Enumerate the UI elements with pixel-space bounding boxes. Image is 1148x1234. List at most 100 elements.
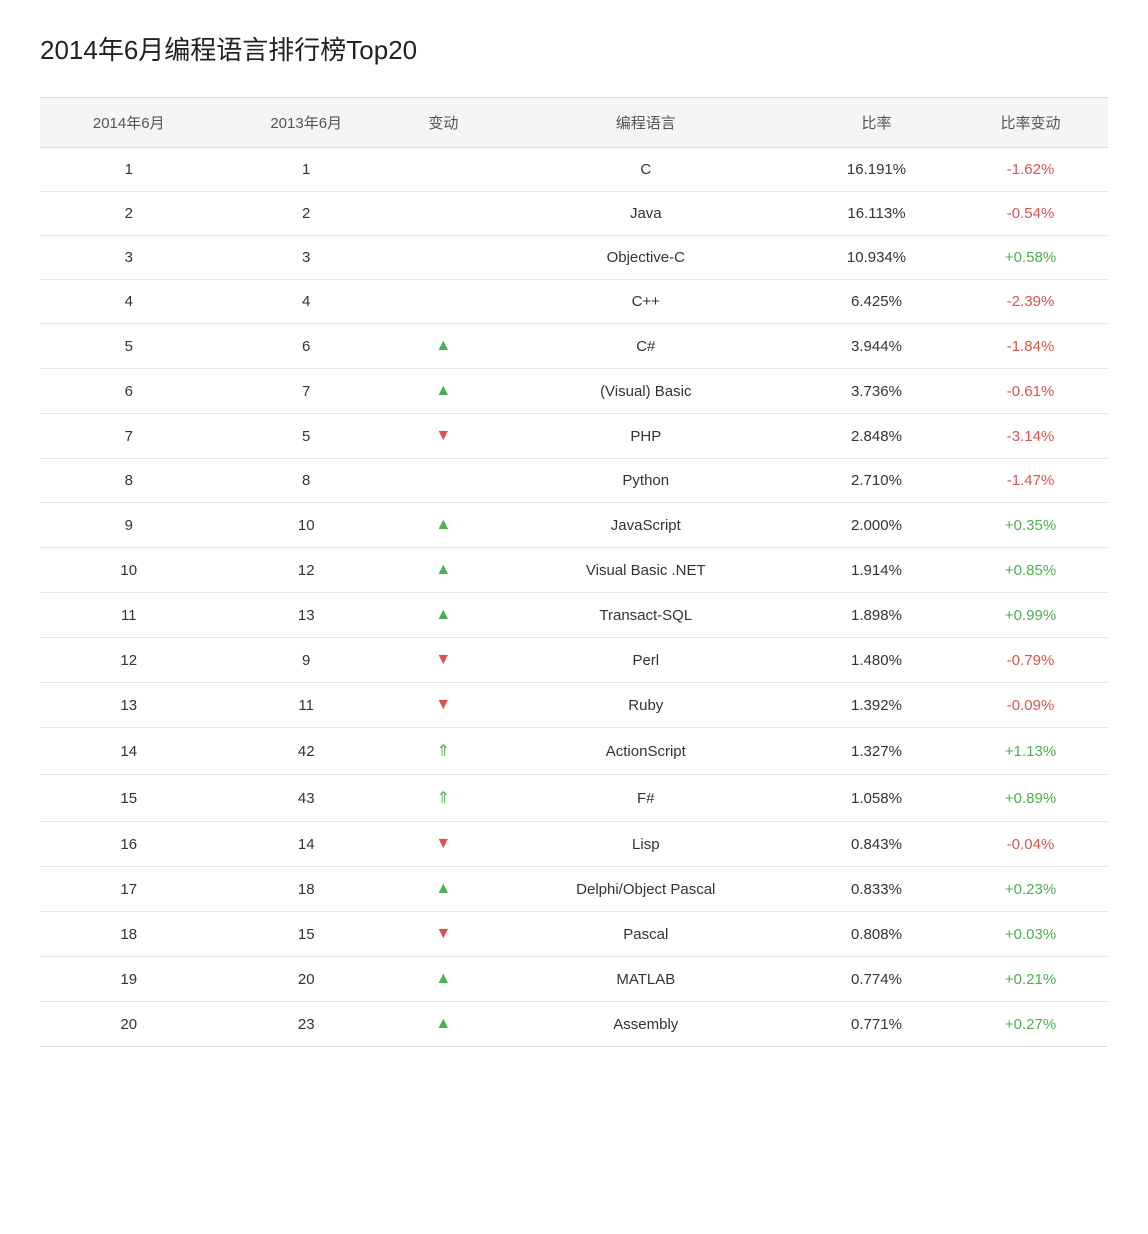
cell-rate: 0.833% [800, 867, 953, 912]
table-row: 1815▼Pascal0.808%+0.03% [40, 912, 1108, 957]
cell-rate: 16.113% [800, 192, 953, 236]
cell-language: C# [492, 324, 800, 369]
cell-change [395, 236, 492, 280]
cell-rate: 16.191% [800, 148, 953, 192]
table-body: 11C16.191%-1.62%22Java16.113%-0.54%33Obj… [40, 148, 1108, 1047]
cell-rank2014: 10 [40, 548, 217, 593]
cell-change: ▼ [395, 912, 492, 957]
cell-rate-delta: -2.39% [953, 280, 1108, 324]
arrow-down-icon: ▼ [435, 427, 451, 444]
table-row: 129▼Perl1.480%-0.79% [40, 638, 1108, 683]
cell-rate: 1.392% [800, 683, 953, 728]
cell-rate-delta: +0.03% [953, 912, 1108, 957]
cell-rate-delta: +0.99% [953, 593, 1108, 638]
cell-rank2013: 7 [217, 369, 394, 414]
cell-rate: 1.898% [800, 593, 953, 638]
cell-language: Lisp [492, 822, 800, 867]
cell-rate-delta: +0.27% [953, 1002, 1108, 1047]
cell-rate-delta: -0.04% [953, 822, 1108, 867]
cell-rate: 3.944% [800, 324, 953, 369]
table-row: 33 Objective-C10.934%+0.58% [40, 236, 1108, 280]
cell-rank2014: 7 [40, 414, 217, 459]
table-row: 1614▼Lisp0.843%-0.04% [40, 822, 1108, 867]
cell-rate: 1.480% [800, 638, 953, 683]
table-row: 88Python2.710%-1.47% [40, 459, 1108, 503]
cell-rate: 0.843% [800, 822, 953, 867]
arrow-down-icon: ▼ [435, 925, 451, 942]
table-row: 22Java16.113%-0.54% [40, 192, 1108, 236]
cell-change: ▼ [395, 683, 492, 728]
cell-rank2013: 23 [217, 1002, 394, 1047]
table-row: 1012▲Visual Basic .NET1.914%+0.85% [40, 548, 1108, 593]
cell-language: PHP [492, 414, 800, 459]
arrow-up-double-icon: ⇑ [437, 790, 450, 807]
cell-rank2014: 20 [40, 1002, 217, 1047]
cell-rank2014: 8 [40, 459, 217, 503]
cell-rank2014: 16 [40, 822, 217, 867]
cell-language: Objective-C [492, 236, 800, 280]
cell-language: F# [492, 775, 800, 822]
cell-rank2014: 9 [40, 503, 217, 548]
cell-rank2013: 14 [217, 822, 394, 867]
cell-language: Python [492, 459, 800, 503]
arrow-up-icon: ▲ [435, 382, 451, 399]
cell-language: C++ [492, 280, 800, 324]
cell-rate: 1.058% [800, 775, 953, 822]
cell-rank2013: 9 [217, 638, 394, 683]
arrow-up-icon: ▲ [435, 1015, 451, 1032]
cell-rate: 10.934% [800, 236, 953, 280]
cell-rate-delta: -0.09% [953, 683, 1108, 728]
header-rank2013: 2013年6月 [217, 98, 394, 148]
cell-change: ▼ [395, 822, 492, 867]
table-row: 75▼PHP2.848%-3.14% [40, 414, 1108, 459]
cell-language: JavaScript [492, 503, 800, 548]
cell-rate: 2.000% [800, 503, 953, 548]
cell-rank2013: 42 [217, 728, 394, 775]
cell-change: ⇑ [395, 728, 492, 775]
cell-rank2014: 3 [40, 236, 217, 280]
cell-change: ▲ [395, 369, 492, 414]
cell-rate-delta: +0.35% [953, 503, 1108, 548]
cell-change [395, 192, 492, 236]
cell-change: ▲ [395, 503, 492, 548]
cell-rank2013: 6 [217, 324, 394, 369]
cell-rank2014: 11 [40, 593, 217, 638]
cell-rank2013: 8 [217, 459, 394, 503]
header-language: 编程语言 [492, 98, 800, 148]
table-row: 11C16.191%-1.62% [40, 148, 1108, 192]
cell-rate-delta: +0.85% [953, 548, 1108, 593]
cell-change [395, 148, 492, 192]
cell-rank2013: 11 [217, 683, 394, 728]
table-row: 1311▼Ruby1.392%-0.09% [40, 683, 1108, 728]
cell-rate-delta: -0.79% [953, 638, 1108, 683]
arrow-up-icon: ▲ [435, 516, 451, 533]
header-change: 变动 [395, 98, 492, 148]
cell-language: C [492, 148, 800, 192]
cell-change: ⇑ [395, 775, 492, 822]
header-rate-delta: 比率变动 [953, 98, 1108, 148]
cell-rate: 0.808% [800, 912, 953, 957]
cell-rank2014: 2 [40, 192, 217, 236]
table-row: 1442⇑ActionScript1.327%+1.13% [40, 728, 1108, 775]
cell-rate-delta: +0.21% [953, 957, 1108, 1002]
cell-rank2013: 1 [217, 148, 394, 192]
arrow-up-icon: ▲ [435, 606, 451, 623]
cell-rank2014: 13 [40, 683, 217, 728]
cell-language: Java [492, 192, 800, 236]
cell-rank2013: 10 [217, 503, 394, 548]
arrow-up-icon: ▲ [435, 337, 451, 354]
cell-rank2013: 13 [217, 593, 394, 638]
cell-language: Delphi/Object Pascal [492, 867, 800, 912]
arrow-up-icon: ▲ [435, 970, 451, 987]
cell-change: ▲ [395, 324, 492, 369]
cell-rate-delta: +1.13% [953, 728, 1108, 775]
cell-rate-delta: -1.62% [953, 148, 1108, 192]
arrow-up-double-icon: ⇑ [437, 743, 450, 760]
cell-rate-delta: +0.58% [953, 236, 1108, 280]
cell-language: Ruby [492, 683, 800, 728]
cell-rank2013: 3 [217, 236, 394, 280]
cell-rate: 6.425% [800, 280, 953, 324]
table-row: 1920▲MATLAB0.774%+0.21% [40, 957, 1108, 1002]
table-row: 44C++6.425%-2.39% [40, 280, 1108, 324]
cell-language: Visual Basic .NET [492, 548, 800, 593]
